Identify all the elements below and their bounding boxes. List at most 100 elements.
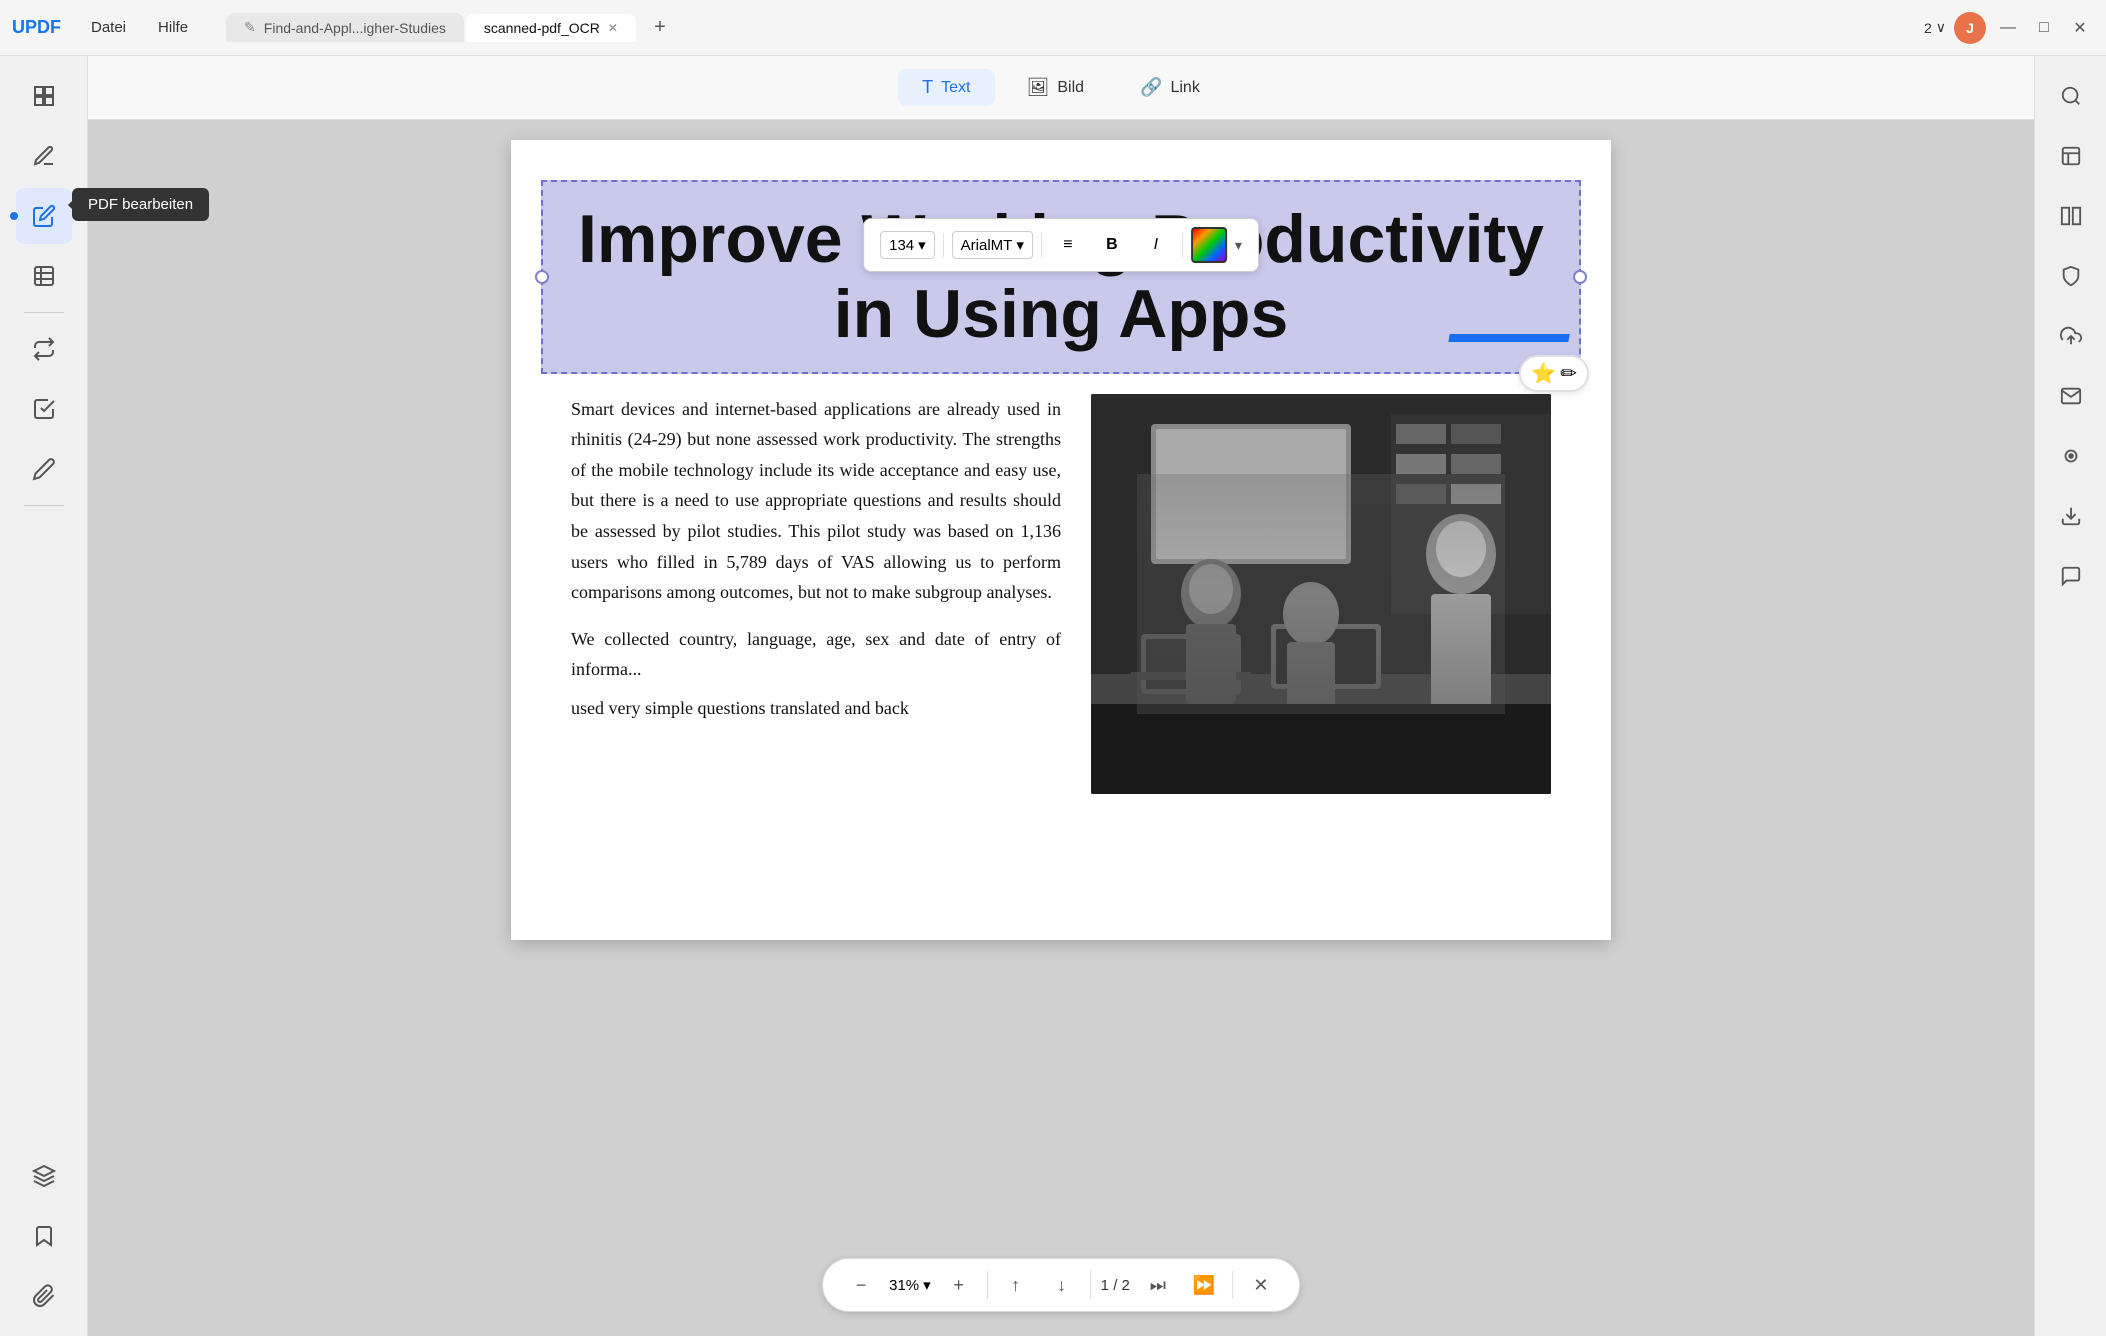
content-area: T Text 🖼 Bild 🔗 Link 134 ▾ ArialMT ▾ [88, 56, 2034, 1336]
office-image-svg [1091, 394, 1551, 794]
page-num: 2 [1924, 20, 1932, 36]
user-avatar[interactable]: J [1954, 12, 1986, 44]
document-image [1091, 394, 1551, 794]
font-name-chevron: ▾ [1016, 236, 1024, 254]
font-name-value: ArialMT [961, 237, 1013, 254]
fmt-divider-3 [1182, 233, 1183, 257]
main-layout: T Text 🖼 Bild 🔗 Link 134 ▾ ArialMT ▾ [0, 56, 2106, 1336]
align-button[interactable]: ≡ [1050, 227, 1086, 263]
office-scene [1091, 394, 1551, 794]
sidebar-divider-1 [24, 312, 64, 313]
tab-close-icon[interactable]: ✕ [608, 21, 618, 35]
sidebar-share-right[interactable] [2043, 308, 2099, 364]
title-controls: 2 ∨ J — □ ✕ [1924, 12, 2094, 44]
italic-button[interactable]: I [1138, 227, 1174, 263]
menu-datei[interactable]: Datei [77, 13, 140, 42]
ai-tools-badge[interactable]: ⭐ ✏ [1519, 355, 1589, 392]
maximize-button[interactable]: □ [2030, 14, 2058, 42]
scroll-down-button[interactable]: ↓ [1044, 1267, 1080, 1303]
fmt-divider-2 [1041, 233, 1042, 257]
tab-edit-icon: ✎ [244, 19, 256, 36]
text-tool-label: Text [941, 79, 970, 97]
page-indicator: 2 ∨ [1924, 19, 1946, 36]
pdf-viewer[interactable]: Improve Working Productivityin Using App… [88, 120, 2034, 1336]
menu-hilfe[interactable]: Hilfe [144, 13, 202, 42]
sidebar-annotate[interactable] [16, 128, 72, 184]
nav-divider-3 [1232, 1271, 1233, 1299]
logo-text: UPDF [12, 17, 61, 38]
body-paragraph-3: used very simple questions translated an… [571, 693, 1061, 724]
tab-scanned-pdf[interactable]: scanned-pdf_OCR ✕ [466, 14, 636, 42]
app-logo: UPDF [12, 17, 61, 38]
sidebar-sign[interactable] [16, 441, 72, 497]
page-navigation: 1 / 2 [1101, 1277, 1130, 1294]
body-paragraph-2: We collected country, language, age, sex… [571, 624, 1061, 685]
fmt-divider-1 [943, 233, 944, 257]
link-tool-label: Link [1170, 79, 1199, 97]
nav-divider-1 [987, 1271, 988, 1299]
color-picker-button[interactable] [1191, 227, 1227, 263]
sidebar-edit-pdf[interactable] [16, 188, 72, 244]
chevron-icon[interactable]: ∨ [1936, 19, 1946, 36]
zoom-selector[interactable]: 31% ▾ [889, 1276, 931, 1294]
sidebar-thumbnail[interactable] [16, 68, 72, 124]
sidebar-download-right[interactable] [2043, 488, 2099, 544]
sidebar-compare[interactable] [2043, 188, 2099, 244]
title-bar: UPDF Datei Hilfe ✎ Find-and-Appl...igher… [0, 0, 2106, 56]
left-sidebar [0, 56, 88, 1336]
zoom-in-button[interactable]: + [941, 1267, 977, 1303]
image-tool-label: Bild [1057, 79, 1084, 97]
sidebar-bookmarks[interactable] [16, 1208, 72, 1264]
minimize-button[interactable]: — [1994, 14, 2022, 42]
bold-icon: B [1106, 236, 1118, 254]
close-window-button[interactable]: ✕ [2066, 14, 2094, 42]
link-tool-button[interactable]: 🔗 Link [1116, 69, 1224, 106]
ai-edit-icon: ✏ [1560, 361, 1577, 386]
selected-text-block[interactable]: Improve Working Productivityin Using App… [541, 180, 1581, 374]
tab-find-apply[interactable]: ✎ Find-and-Appl...igher-Studies [226, 13, 464, 42]
resize-handle-left[interactable] [535, 270, 549, 284]
sidebar-protect[interactable] [2043, 248, 2099, 304]
sidebar-send-right[interactable] [2043, 368, 2099, 424]
sidebar-convert[interactable] [16, 321, 72, 377]
font-name-selector[interactable]: ArialMT ▾ [952, 231, 1033, 259]
link-tool-icon: 🔗 [1140, 77, 1162, 98]
ai-star-icon: ⭐ [1531, 361, 1556, 386]
tab-bar: ✎ Find-and-Appl...igher-Studies scanned-… [226, 13, 1924, 42]
sidebar-ocr[interactable] [2043, 128, 2099, 184]
italic-icon: I [1154, 236, 1158, 254]
color-chevron[interactable]: ▾ [1235, 237, 1242, 254]
zoom-display: 31% ▾ [889, 1276, 931, 1294]
menu-bar: Datei Hilfe [77, 13, 202, 42]
scroll-up-button[interactable]: ↑ [998, 1267, 1034, 1303]
skip-pages-button[interactable]: ⏭ [1140, 1267, 1176, 1303]
body-text: Smart devices and internet-based applica… [571, 394, 1061, 794]
nav-divider-2 [1090, 1271, 1091, 1299]
sidebar-chat-right[interactable] [2043, 548, 2099, 604]
sidebar-search-right[interactable] [2043, 68, 2099, 124]
font-size-selector[interactable]: 134 ▾ [880, 231, 935, 259]
sidebar-layers[interactable] [16, 1148, 72, 1204]
total-pages: 2 [1122, 1277, 1130, 1294]
bottom-navigation: − 31% ▾ + ↑ ↓ 1 / 2 ⏭ ⏩ [822, 1258, 1300, 1312]
tab-add-button[interactable]: + [646, 14, 674, 42]
sidebar-record[interactable] [2043, 428, 2099, 484]
zoom-chevron: ▾ [923, 1276, 931, 1294]
resize-handle-right[interactable] [1573, 270, 1587, 284]
edit-toolbar: T Text 🖼 Bild 🔗 Link [88, 56, 2034, 120]
sidebar-forms[interactable] [16, 381, 72, 437]
format-toolbar: 134 ▾ ArialMT ▾ ≡ B I ▾ [863, 218, 1259, 272]
text-tool-icon: T [922, 77, 933, 98]
current-page: 1 [1101, 1277, 1109, 1294]
bold-button[interactable]: B [1094, 227, 1130, 263]
font-size-chevron: ▾ [918, 236, 926, 254]
right-sidebar [2034, 56, 2106, 1336]
zoom-out-button[interactable]: − [843, 1267, 879, 1303]
text-tool-button[interactable]: T Text [898, 69, 994, 106]
align-icon: ≡ [1063, 236, 1072, 254]
sidebar-organize[interactable] [16, 248, 72, 304]
image-tool-button[interactable]: 🖼 Bild [1003, 69, 1109, 106]
next-page-button[interactable]: ⏩ [1186, 1267, 1222, 1303]
close-nav-button[interactable]: ✕ [1243, 1267, 1279, 1303]
sidebar-attachments[interactable] [16, 1268, 72, 1324]
